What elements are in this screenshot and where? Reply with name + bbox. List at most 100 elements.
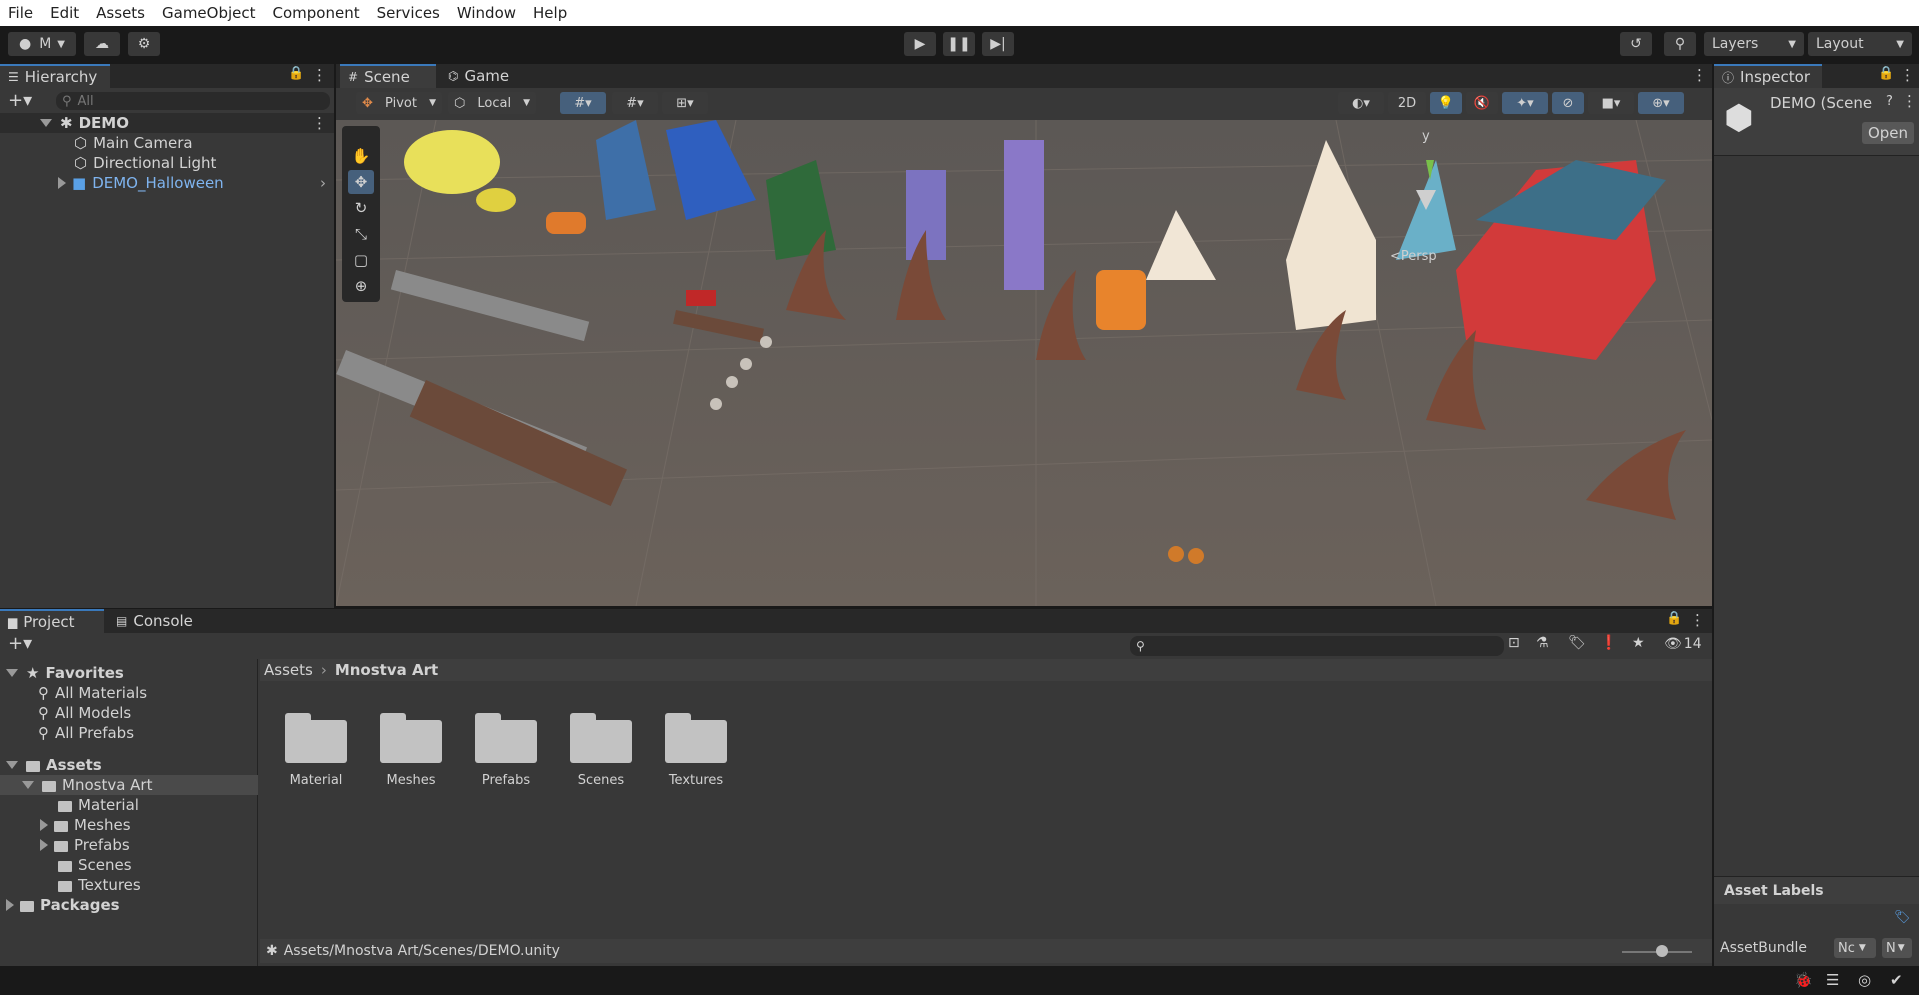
kebab-menu-icon[interactable]: ⋮ (1692, 66, 1707, 84)
audio-toggle[interactable]: 🔇 (1466, 92, 1498, 114)
step-button[interactable]: ▶| (982, 32, 1014, 56)
filter-icon[interactable]: ⚗ (1536, 635, 1549, 651)
rotate-tool-icon[interactable]: ↻ (348, 196, 374, 220)
lighting-toggle[interactable]: 💡 (1430, 92, 1462, 114)
breadcrumb-item[interactable]: Assets (264, 661, 313, 679)
help-icon[interactable]: ? (1886, 94, 1893, 109)
add-icon[interactable]: +▾ (8, 633, 32, 654)
gizmos-button[interactable]: ⊕▾ (1638, 92, 1684, 114)
star-icon[interactable]: ★ (1632, 635, 1645, 651)
kebab-menu-icon[interactable]: ⋮ (312, 114, 327, 132)
hierarchy-scene-row[interactable]: ✱ DEMO ⋮ (0, 113, 334, 133)
menu-gameobject[interactable]: GameObject (162, 4, 256, 22)
asset-labels-header[interactable]: Asset Labels (1714, 876, 1919, 904)
move-tool-icon[interactable]: ✥ (348, 170, 374, 194)
kebab-menu-icon[interactable]: ⋮ (1900, 66, 1915, 84)
bug-icon[interactable]: 🐞 (1794, 971, 1813, 989)
folder-tile[interactable]: Meshes (366, 713, 456, 788)
menu-component[interactable]: Component (273, 4, 360, 22)
menu-file[interactable]: File (8, 4, 33, 22)
hand-tool-icon[interactable]: ✋ (348, 144, 374, 168)
2d-toggle[interactable]: 2D (1388, 92, 1426, 114)
warning-icon[interactable]: ❗ (1600, 635, 1617, 651)
slider-handle[interactable] (1656, 945, 1668, 957)
tag-icon[interactable]: 🏷 (1894, 910, 1911, 925)
favorites-item[interactable]: ⚲ All Materials (38, 683, 147, 703)
add-icon[interactable]: +▾ (8, 90, 32, 111)
folder-tile[interactable]: Textures (651, 713, 741, 788)
kebab-menu-icon[interactable]: ⋮ (1690, 611, 1705, 629)
visibility-toggle[interactable]: ⊘ (1552, 92, 1584, 114)
camera-button[interactable]: ■▾ (1588, 92, 1634, 114)
packages-row[interactable]: Packages (6, 895, 120, 915)
increment-snap-button[interactable]: ⊞▾ (662, 92, 708, 114)
hierarchy-item[interactable]: ⬡ Directional Light (74, 153, 216, 173)
rect-tool-icon[interactable]: ▢ (348, 248, 374, 272)
scale-tool-icon[interactable]: ⤡ (348, 222, 374, 246)
effects-toggle[interactable]: ✦▾ (1502, 92, 1548, 114)
hierarchy-item[interactable]: ⬡ Main Camera (74, 133, 193, 153)
assetbundle-dropdown[interactable]: Nc ▼ (1834, 938, 1876, 958)
project-search-input[interactable]: ⚲ (1130, 636, 1504, 656)
search-by-type-icon[interactable]: ⊡ (1508, 635, 1520, 651)
breadcrumb-item[interactable]: Mnostva Art (335, 661, 438, 679)
grid-button[interactable]: #▾ (612, 92, 658, 114)
layout-dropdown[interactable]: Layout ▼ (1808, 32, 1912, 56)
play-button[interactable]: ▶ (904, 32, 936, 56)
folder-tile[interactable]: Material (271, 713, 361, 788)
folder-tile[interactable]: Scenes (556, 713, 646, 788)
tab-scene[interactable]: # Scene (340, 64, 436, 88)
tab-hierarchy[interactable]: ☰ Hierarchy (0, 64, 110, 88)
local-dropdown[interactable]: ⬡ Local ▼ (448, 92, 536, 114)
cloud-button[interactable]: ☁ (84, 32, 120, 56)
history-button[interactable]: ↺ (1620, 32, 1652, 56)
tree-item[interactable]: Scenes (58, 855, 132, 875)
hierarchy-search-input[interactable]: ⚲ All (56, 92, 330, 110)
kebab-menu-icon[interactable]: ⋮ (1902, 92, 1917, 110)
lock-icon[interactable]: 🔒 (1666, 611, 1682, 626)
favorites-item[interactable]: ⚲ All Models (38, 703, 131, 723)
draw-mode-button[interactable]: ◐▾ (1338, 92, 1384, 114)
layers-icon[interactable]: ☰ (1826, 971, 1839, 989)
pivot-dropdown[interactable]: ✥ Pivot ▼ (356, 92, 442, 114)
tree-item[interactable]: Prefabs (40, 835, 130, 855)
account-dropdown[interactable]: ● M ▼ (8, 32, 76, 56)
tree-item[interactable]: Textures (58, 875, 141, 895)
tree-item-mnostva[interactable]: Mnostva Art (0, 775, 258, 795)
tree-item[interactable]: Meshes (40, 815, 131, 835)
network-icon[interactable]: ◎ (1858, 971, 1871, 989)
menu-assets[interactable]: Assets (96, 4, 145, 22)
transform-tool-icon[interactable]: ⊕ (348, 274, 374, 298)
favorites-item[interactable]: ⚲ All Prefabs (38, 723, 134, 743)
open-button[interactable]: Open (1862, 122, 1914, 144)
tab-project[interactable]: ▆ Project (0, 609, 104, 633)
collab-button[interactable]: ⚙ (128, 32, 160, 56)
assetbundle-variant-dropdown[interactable]: N ▼ (1882, 938, 1912, 958)
tab-game[interactable]: ⌬ Game (440, 64, 520, 88)
lock-icon[interactable]: 🔒 (288, 66, 304, 81)
label-icon[interactable]: 🏷 (1568, 635, 1586, 651)
favorites-row[interactable]: ★ Favorites (6, 663, 124, 683)
hidden-packages-count[interactable]: 👁 14 (1664, 636, 1702, 652)
tab-console[interactable]: ▤ Console (108, 609, 208, 633)
menu-edit[interactable]: Edit (50, 4, 79, 22)
hierarchy-item[interactable]: ■ DEMO_Halloween › (58, 173, 334, 193)
menu-services[interactable]: Services (377, 4, 440, 22)
assets-row[interactable]: Assets (6, 755, 102, 775)
persp-label[interactable]: <Persp (1390, 249, 1437, 264)
menu-help[interactable]: Help (533, 4, 567, 22)
folder-tile[interactable]: Prefabs (461, 713, 551, 788)
tree-item[interactable]: Material (58, 795, 139, 815)
search-button[interactable]: ⚲ (1664, 32, 1696, 56)
chevron-right-icon[interactable]: › (320, 174, 326, 192)
tab-inspector[interactable]: ⓘ Inspector (1714, 64, 1822, 88)
menu-window[interactable]: Window (457, 4, 516, 22)
lock-icon[interactable]: 🔒 (1878, 66, 1894, 81)
check-icon[interactable]: ✔ (1890, 971, 1903, 989)
layers-dropdown[interactable]: Layers ▼ (1704, 32, 1804, 56)
pause-button[interactable]: ❚❚ (943, 32, 975, 56)
grid-snap-button[interactable]: #▾ (560, 92, 606, 114)
search-icon: ⚲ (1674, 36, 1686, 52)
kebab-menu-icon[interactable]: ⋮ (312, 66, 327, 84)
scene-viewport[interactable]: <Persp y ✋ ✥ ↻ ⤡ ▢ ⊕ (336, 120, 1712, 606)
